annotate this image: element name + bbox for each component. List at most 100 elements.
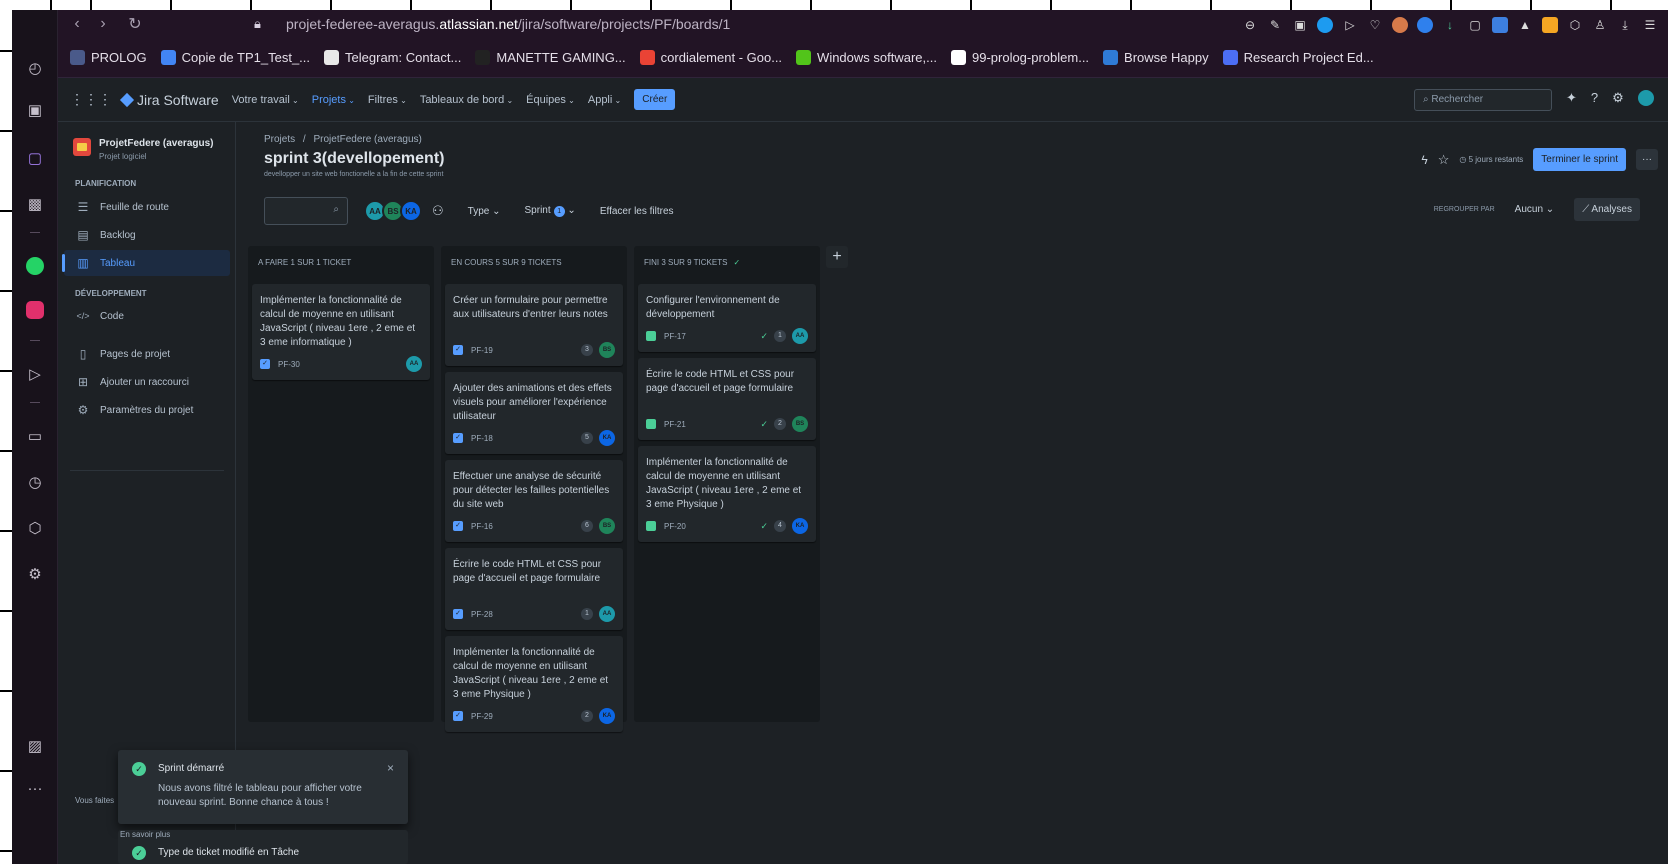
cube-icon[interactable]: ⬡ [1567,17,1583,33]
extension-avatar-icon[interactable] [1392,17,1408,33]
issue-card[interactable]: Configurer l'environnement de développem… [638,284,816,352]
bookmark-item[interactable]: Research Project Ed... [1222,50,1374,65]
sidebar-item-board[interactable]: ▥ Tableau [62,250,230,276]
notifications-icon[interactable]: ✦ [1566,90,1577,106]
nav-item-3[interactable]: Tableaux de bord ⌄ [420,94,513,106]
nav-item-4[interactable]: Équipes ⌄ [526,94,575,106]
board-search-input[interactable]: ⌕ [264,197,348,225]
nav-item-2[interactable]: Filtres ⌄ [368,94,407,106]
sidebar-item-backlog[interactable]: ▤ Backlog [64,222,230,248]
chat-icon[interactable]: ▭ [23,424,47,448]
nav-item-5[interactable]: Appli ⌄ [588,94,621,106]
reload-icon[interactable]: ↻ [122,14,148,34]
add-column-button[interactable]: + [826,246,848,268]
download-arrow-icon[interactable]: ↓ [1442,17,1458,33]
speed-dial-icon[interactable]: ◴ [23,56,47,80]
bookmark-item[interactable]: PROLOG [70,50,147,65]
assignee-avatar[interactable]: AA [406,356,422,372]
finish-sprint-button[interactable]: Terminer le sprint [1533,148,1626,171]
issue-key[interactable]: PF-18 [471,434,493,443]
bookmark-item[interactable]: 99-prolog-problem... [950,50,1089,65]
assignee-avatar[interactable]: KA [599,430,615,446]
aria-icon[interactable]: ▩ [23,192,47,216]
group-by-select[interactable]: Aucun ⌄ [1505,199,1565,220]
bookmark-item[interactable]: Browse Happy [1103,50,1209,65]
profile-icon[interactable]: ♙ [1592,17,1608,33]
issue-key[interactable]: PF-17 [664,332,686,341]
issue-key[interactable]: PF-28 [471,610,493,619]
assignee-avatar[interactable]: AA [792,328,808,344]
issue-key[interactable]: PF-16 [471,522,493,531]
add-people-icon[interactable]: ⚇ [432,203,444,219]
nav-item-0[interactable]: Votre travail ⌄ [232,94,299,106]
bookmark-item[interactable]: cordialement - Goo... [639,50,782,65]
menu-icon[interactable]: ☰ [1642,17,1658,33]
assignee-avatar[interactable]: KA [792,518,808,534]
bookmark-item[interactable]: Telegram: Contact... [324,50,461,65]
whatsapp-icon[interactable] [26,257,44,275]
player-icon[interactable]: ▷ [23,362,47,386]
issue-card[interactable]: Écrire le code HTML et CSS pour page d'a… [638,358,816,440]
issue-card[interactable]: Ajouter des animations et des effets vis… [445,372,623,454]
assignee-avatar[interactable]: AA [599,606,615,622]
issue-card[interactable]: Effectuer une analyse de sécurité pour d… [445,460,623,542]
issue-key[interactable]: PF-21 [664,420,686,429]
help-icon[interactable]: ? [1591,90,1598,106]
tampermonkey-icon[interactable] [1542,17,1558,33]
assignee-avatar[interactable]: BS [599,518,615,534]
jira-logo[interactable]: Jira Software [119,92,219,108]
close-icon[interactable]: × [387,761,394,775]
app-switcher-icon[interactable]: ⋮⋮⋮ [70,91,112,108]
issue-key[interactable]: PF-19 [471,346,493,355]
issue-card[interactable]: Implémenter la fonctionnalité de calcul … [445,636,623,732]
project-header[interactable]: ProjetFedere (averagus) Projet logiciel [73,138,214,161]
assignee-avatar[interactable]: KA [599,708,615,724]
extensions-icon[interactable]: ⬡ [23,516,47,540]
more-icon[interactable]: ··· [23,776,47,800]
issue-card[interactable]: Créer un formulaire pour permettre aux u… [445,284,623,366]
downloads-icon[interactable]: ⤓ [1617,17,1633,33]
shazam-icon[interactable] [1417,17,1433,33]
bookmark-item[interactable]: Copie de TP1_Test_... [160,50,310,65]
breadcrumb-project[interactable]: ProjetFedere (averagus) [313,134,421,145]
assignee-avatar[interactable]: BS [792,416,808,432]
jira-search-input[interactable]: ⌕ Rechercher [1414,89,1552,111]
twitch-icon[interactable]: ▢ [23,146,47,170]
vpn-icon[interactable] [1317,17,1333,33]
shopping-icon[interactable]: ▣ [23,98,47,122]
sidebar-item-settings[interactable]: ⚙ Paramètres du projet [64,397,230,423]
translate-icon[interactable] [1492,17,1508,33]
clipboard-icon[interactable]: ▢ [1467,17,1483,33]
back-icon[interactable]: ‹ [64,15,90,33]
bookmark-item[interactable]: MANETTE GAMING... [475,50,626,65]
wallpaper-icon[interactable]: ▨ [23,734,47,758]
history-icon[interactable]: ◷ [23,470,47,494]
assignee-avatar-ka[interactable]: KA [400,200,422,222]
issue-key[interactable]: PF-29 [471,712,493,721]
sprint-filter[interactable]: Sprint 1 ⌄ [525,205,576,217]
instagram-icon[interactable] [26,301,44,319]
issue-key[interactable]: PF-30 [278,360,300,369]
send-icon[interactable]: ▷ [1342,17,1358,33]
issue-card[interactable]: Écrire le code HTML et CSS pour page d'a… [445,548,623,630]
issue-key[interactable]: PF-20 [664,522,686,531]
camera-icon[interactable]: ▣ [1292,17,1308,33]
url-bar[interactable]: projet-federee-averagus.atlassian.net/ji… [286,16,730,32]
nav-item-1[interactable]: Projets ⌄ [312,94,355,106]
mountain-icon[interactable]: ▲ [1517,17,1533,33]
sidebar-item-pages[interactable]: ▯ Pages de projet [64,341,230,367]
settings-icon[interactable]: ⚙ [23,562,47,586]
user-avatar[interactable] [1637,90,1654,106]
bookmark-item[interactable]: Windows software,... [796,50,937,65]
star-icon[interactable]: ☆ [1438,152,1450,168]
create-button[interactable]: Créer [634,89,676,110]
learn-more-link[interactable]: En savoir plus [120,830,170,839]
more-actions-button[interactable]: ··· [1636,149,1658,170]
heart-icon[interactable]: ♡ [1367,17,1383,33]
lightning-icon[interactable]: ϟ [1421,153,1427,167]
issue-card[interactable]: Implémenter la fonctionnalité de calcul … [252,284,430,380]
forward-icon[interactable]: › [90,15,116,33]
edit-icon[interactable]: ✎ [1267,17,1283,33]
zoom-icon[interactable]: ⊖ [1242,17,1258,33]
settings-icon[interactable]: ⚙ [1612,90,1624,106]
